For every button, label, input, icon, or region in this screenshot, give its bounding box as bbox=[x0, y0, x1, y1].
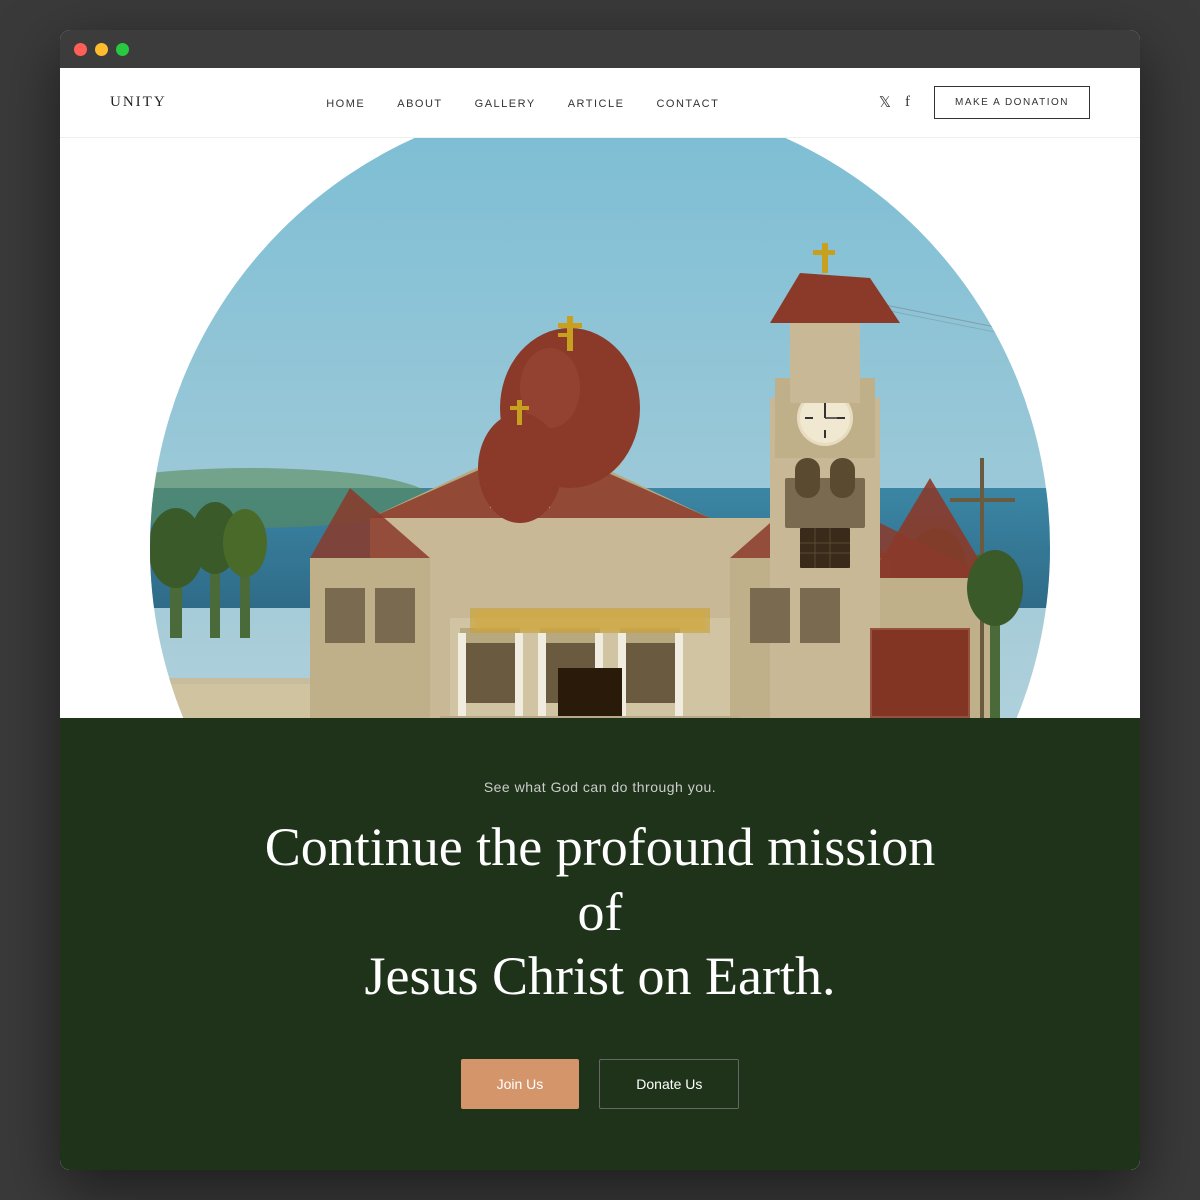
cta-buttons: Join Us Donate Us bbox=[461, 1059, 740, 1109]
site-logo[interactable]: UNITY bbox=[110, 94, 167, 111]
nav-item-home[interactable]: HOME bbox=[326, 94, 365, 112]
cta-heading-line2: Jesus Christ on Earth. bbox=[365, 946, 836, 1006]
hero-image-container bbox=[60, 138, 1140, 718]
cta-heading-line1: Continue the profound mission of bbox=[265, 817, 935, 942]
cta-section: See what God can do through you. Continu… bbox=[60, 718, 1140, 1170]
browser-chrome bbox=[60, 30, 1140, 68]
nav-item-article[interactable]: ARTICLE bbox=[568, 94, 625, 112]
minimize-button[interactable] bbox=[95, 43, 108, 56]
nav-donate-button[interactable]: MAKE A DONATION bbox=[934, 86, 1090, 119]
nav-item-gallery[interactable]: GALLERY bbox=[475, 94, 536, 112]
nav-social: 𝕏 f bbox=[879, 93, 910, 112]
join-us-button[interactable]: Join Us bbox=[461, 1059, 580, 1109]
nav-links: HOME ABOUT GALLERY ARTICLE CONTACT bbox=[326, 94, 719, 112]
cta-heading: Continue the profound mission of Jesus C… bbox=[250, 815, 950, 1009]
facebook-icon[interactable]: f bbox=[905, 94, 910, 111]
nav-item-contact[interactable]: CONTACT bbox=[656, 94, 719, 112]
maximize-button[interactable] bbox=[116, 43, 129, 56]
browser-window: UNITY HOME ABOUT GALLERY ARTICLE CONTACT bbox=[60, 30, 1140, 1170]
site-content: UNITY HOME ABOUT GALLERY ARTICLE CONTACT bbox=[60, 68, 1140, 1170]
navbar: UNITY HOME ABOUT GALLERY ARTICLE CONTACT bbox=[60, 68, 1140, 138]
hero-circle-image bbox=[150, 138, 1050, 718]
hero-section: See what God can do through you. Continu… bbox=[60, 138, 1140, 1170]
donate-us-button[interactable]: Donate Us bbox=[599, 1059, 739, 1109]
nav-item-about[interactable]: ABOUT bbox=[397, 94, 442, 112]
close-button[interactable] bbox=[74, 43, 87, 56]
cta-tagline: See what God can do through you. bbox=[484, 779, 716, 795]
twitter-icon[interactable]: 𝕏 bbox=[879, 93, 891, 112]
